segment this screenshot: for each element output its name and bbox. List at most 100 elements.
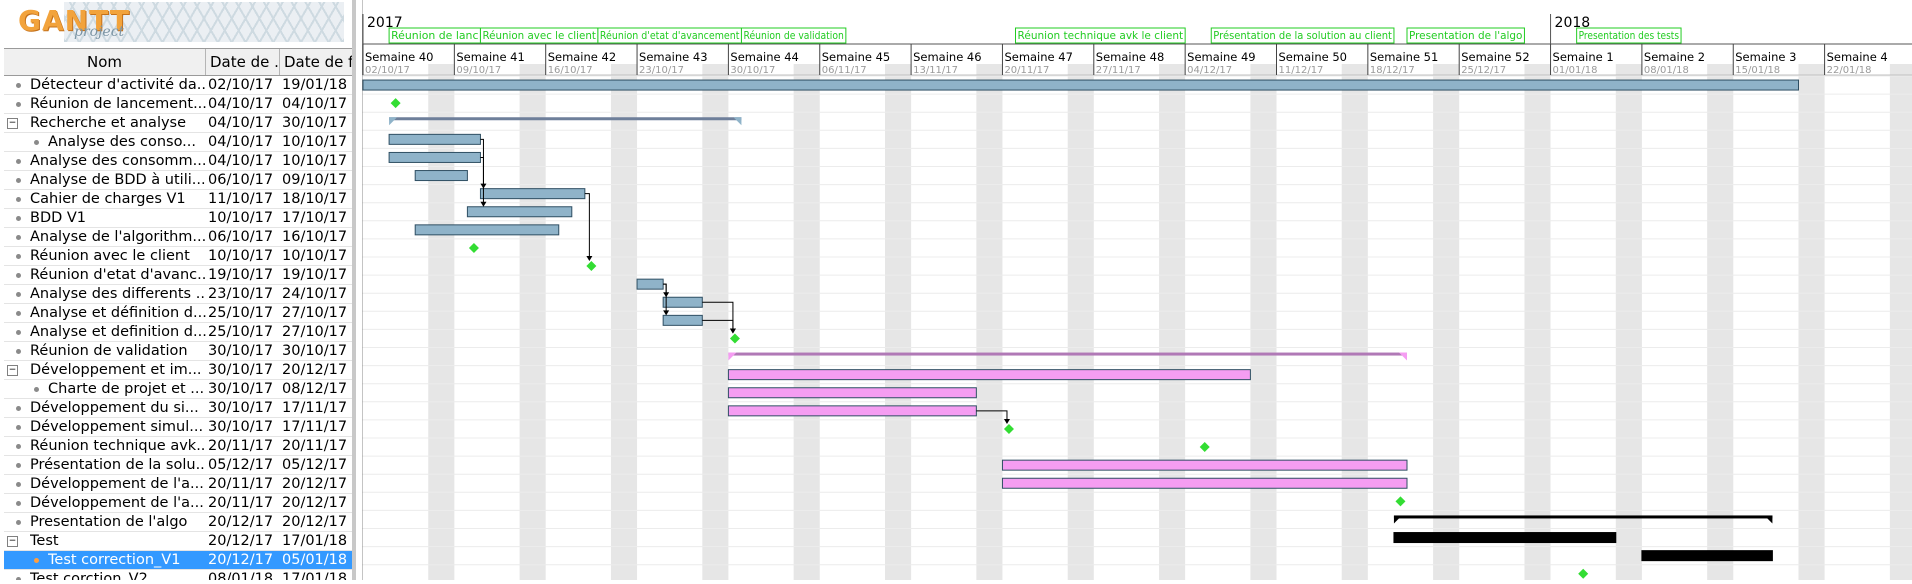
task-row[interactable]: Charte de projet et ... 30/10/17 08/12/17: [4, 380, 352, 399]
task-name[interactable]: Analyse de l'algorithm...: [30, 228, 206, 246]
collapse-toggle-icon[interactable]: −: [7, 118, 18, 129]
task-row[interactable]: Développement de l'a... 20/11/17 20/12/17: [4, 475, 352, 494]
task-name[interactable]: Présentation de la solu...: [30, 456, 206, 474]
task-start-date[interactable]: 06/10/17: [208, 228, 280, 246]
task-row[interactable]: Analyse des consomm... 04/10/17 10/10/17: [4, 152, 352, 171]
task-start-date[interactable]: 10/10/17: [208, 209, 280, 227]
task-end-date[interactable]: 08/12/17: [282, 380, 352, 398]
task-name[interactable]: Développement de l'a...: [30, 475, 206, 493]
task-name[interactable]: Cahier de charges V1: [30, 190, 206, 208]
task-end-date[interactable]: 20/12/17: [282, 494, 352, 512]
task-end-date[interactable]: 10/10/17: [282, 133, 352, 151]
task-start-date[interactable]: 04/10/17: [208, 152, 280, 170]
task-start-date[interactable]: 23/10/17: [208, 285, 280, 303]
task-end-date[interactable]: 20/12/17: [282, 361, 352, 379]
task-name[interactable]: Développement du si...: [30, 399, 206, 417]
task-name[interactable]: Développement de l'a...: [30, 494, 206, 512]
task-start-date[interactable]: 20/12/17: [208, 551, 280, 569]
task-start-date[interactable]: 30/10/17: [208, 399, 280, 417]
task-end-date[interactable]: 19/01/18: [282, 76, 352, 94]
task-start-date[interactable]: 10/10/17: [208, 247, 280, 265]
task-row[interactable]: − Développement et im... 30/10/17 20/12/17: [4, 361, 352, 380]
task-end-date[interactable]: 30/10/17: [282, 114, 352, 132]
task-start-date[interactable]: 20/11/17: [208, 475, 280, 493]
task-end-date[interactable]: 17/11/17: [282, 418, 352, 436]
column-header-end[interactable]: Date de f...: [280, 49, 352, 75]
task-end-date[interactable]: 19/10/17: [282, 266, 352, 284]
task-name[interactable]: Test corction_V2: [30, 570, 206, 580]
task-name[interactable]: Réunion technique avk...: [30, 437, 206, 455]
task-start-date[interactable]: 08/01/18: [208, 570, 280, 580]
task-name[interactable]: Analyse des conso...: [48, 133, 206, 151]
task-row[interactable]: Réunion avec le client 10/10/17 10/10/17: [4, 247, 352, 266]
task-name[interactable]: Test: [30, 532, 206, 550]
task-name[interactable]: Développement et im...: [30, 361, 206, 379]
task-row[interactable]: − Recherche et analyse 04/10/17 30/10/17: [4, 114, 352, 133]
task-start-date[interactable]: 30/10/17: [208, 418, 280, 436]
task-start-date[interactable]: 20/11/17: [208, 437, 280, 455]
task-end-date[interactable]: 20/11/17: [282, 437, 352, 455]
task-row[interactable]: Test correction_V1 20/12/17 05/01/18: [4, 551, 352, 570]
task-name[interactable]: Réunion d'etat d'avanc...: [30, 266, 206, 284]
task-row[interactable]: Développement simul... 30/10/17 17/11/17: [4, 418, 352, 437]
task-row[interactable]: Analyse et definition d... 25/10/17 27/10/…: [4, 323, 352, 342]
task-name[interactable]: Réunion de validation: [30, 342, 206, 360]
task-name[interactable]: Analyse et definition d...: [30, 323, 206, 341]
task-end-date[interactable]: 27/10/17: [282, 304, 352, 322]
column-header-start[interactable]: Date de ...: [206, 49, 280, 75]
task-start-date[interactable]: 30/10/17: [208, 342, 280, 360]
task-row[interactable]: Analyse des conso... 04/10/17 10/10/17: [4, 133, 352, 152]
task-end-date[interactable]: 17/01/18: [282, 532, 352, 550]
collapse-toggle-icon[interactable]: −: [7, 365, 18, 376]
task-row[interactable]: Test corction_V2 08/01/18 17/01/18: [4, 570, 352, 580]
task-row[interactable]: Analyse des differents ... 23/10/17 24/10/…: [4, 285, 352, 304]
task-row[interactable]: Réunion de validation 30/10/17 30/10/17: [4, 342, 352, 361]
gantt-chart[interactable]: 2017 2018 Semaine 40 02/10/17 Semaine 41 09/1…: [361, 0, 1912, 584]
task-name[interactable]: Analyse des consomm...: [30, 152, 206, 170]
task-name[interactable]: Analyse de BDD à utili...: [30, 171, 206, 189]
task-row[interactable]: Développement de l'a... 20/11/17 20/12/17: [4, 494, 352, 513]
task-row[interactable]: Analyse de BDD à utili... 06/10/17 09/10/1…: [4, 171, 352, 190]
task-row[interactable]: − Test 20/12/17 17/01/18: [4, 532, 352, 551]
task-end-date[interactable]: 18/10/17: [282, 190, 352, 208]
task-name[interactable]: Développement simul...: [30, 418, 206, 436]
task-start-date[interactable]: 11/10/17: [208, 190, 280, 208]
task-name[interactable]: Réunion avec le client: [30, 247, 206, 265]
task-row[interactable]: Analyse et définition d... 25/10/17 27/10/…: [4, 304, 352, 323]
task-start-date[interactable]: 25/10/17: [208, 304, 280, 322]
task-end-date[interactable]: 16/10/17: [282, 228, 352, 246]
task-start-date[interactable]: 20/11/17: [208, 494, 280, 512]
task-row[interactable]: BDD V1 10/10/17 17/10/17: [4, 209, 352, 228]
task-start-date[interactable]: 04/10/17: [208, 95, 280, 113]
task-end-date[interactable]: 24/10/17: [282, 285, 352, 303]
task-name[interactable]: BDD V1: [30, 209, 206, 227]
task-name[interactable]: Test correction_V1: [48, 551, 206, 569]
task-name[interactable]: Recherche et analyse: [30, 114, 206, 132]
task-end-date[interactable]: 27/10/17: [282, 323, 352, 341]
task-end-date[interactable]: 05/12/17: [282, 456, 352, 474]
task-end-date[interactable]: 17/01/18: [282, 570, 352, 580]
task-row[interactable]: Présentation de la solu... 05/12/17 05/12/…: [4, 456, 352, 475]
task-end-date[interactable]: 20/12/17: [282, 513, 352, 531]
task-row[interactable]: Analyse de l'algorithm... 06/10/17 16/10/1…: [4, 228, 352, 247]
task-row[interactable]: Réunion technique avk... 20/11/17 20/11/17: [4, 437, 352, 456]
task-start-date[interactable]: 19/10/17: [208, 266, 280, 284]
task-start-date[interactable]: 30/10/17: [208, 361, 280, 379]
column-header-name[interactable]: Nom: [4, 49, 206, 75]
task-end-date[interactable]: 17/11/17: [282, 399, 352, 417]
collapse-toggle-icon[interactable]: −: [7, 536, 18, 547]
task-end-date[interactable]: 05/01/18: [282, 551, 352, 569]
task-row[interactable]: Détecteur d'activité da... 02/10/17 19/01/…: [4, 76, 352, 95]
task-start-date[interactable]: 04/10/17: [208, 114, 280, 132]
task-start-date[interactable]: 30/10/17: [208, 380, 280, 398]
task-start-date[interactable]: 04/10/17: [208, 133, 280, 151]
task-row[interactable]: Réunion d'etat d'avanc... 19/10/17 19/10/1…: [4, 266, 352, 285]
task-row[interactable]: Développement du si... 30/10/17 17/11/17: [4, 399, 352, 418]
task-name[interactable]: Charte de projet et ...: [48, 380, 206, 398]
task-end-date[interactable]: 10/10/17: [282, 247, 352, 265]
task-name[interactable]: Réunion de lancement...: [30, 95, 206, 113]
task-end-date[interactable]: 09/10/17: [282, 171, 352, 189]
task-row[interactable]: Cahier de charges V1 11/10/17 18/10/17: [4, 190, 352, 209]
task-name[interactable]: Analyse et définition d...: [30, 304, 206, 322]
task-row[interactable]: Presentation de l'algo 20/12/17 20/12/17: [4, 513, 352, 532]
